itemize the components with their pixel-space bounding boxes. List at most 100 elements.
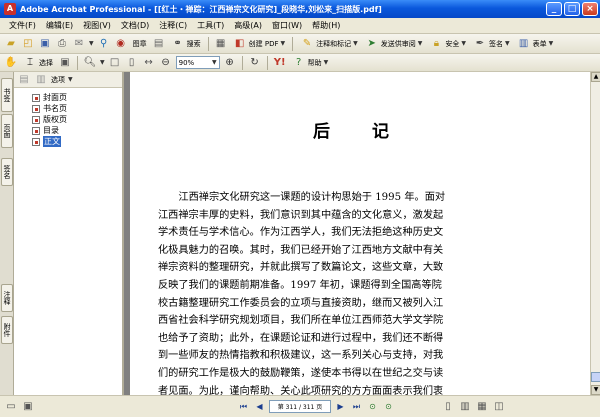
select-tool-button[interactable]: ⌶ 选择 (21, 56, 55, 70)
bookmark-item[interactable]: 版权页 (14, 114, 122, 125)
comment-markup-button[interactable]: ✎ 注释和标记 ▼ (298, 37, 360, 51)
zoom-tool-icon[interactable]: 🔍︎ (83, 56, 97, 70)
print-preview-icon[interactable]: ▦ (214, 37, 228, 51)
open-folder-icon[interactable]: ▰ (4, 37, 18, 51)
document-view[interactable]: 后 记 江西禅宗文化研究这一课题的设计构思始于 1995 年。面对 江西禅宗丰厚… (124, 72, 590, 395)
continuous-icon[interactable]: ▥ (458, 400, 472, 414)
navigation-tab-strip: 书签 页面 签名 注释 附件 (0, 72, 14, 395)
go-forward-icon[interactable]: ⊙ (382, 400, 395, 413)
stamp-tool-icon[interactable]: ◉ (114, 37, 128, 51)
toolbar-separator (292, 36, 294, 51)
yahoo-icon[interactable]: Y! (273, 56, 287, 70)
single-page-icon[interactable]: ▯ (441, 400, 455, 414)
window-title: Adobe Acrobat Professional - [[红土・禅踪：江西禅… (20, 4, 382, 14)
save-icon[interactable]: ▣ (38, 37, 52, 51)
last-page-icon[interactable]: ⏭ (350, 400, 363, 413)
rotate-icon[interactable]: ↻ (248, 56, 262, 70)
menu-tools[interactable]: 工具(T) (192, 20, 229, 31)
sign-button[interactable]: ✒ 签名 ▼ (471, 37, 512, 51)
menu-comments[interactable]: 注释(C) (154, 20, 192, 31)
first-page-icon[interactable]: ⏮ (237, 400, 250, 413)
acrobat-app-icon: A (4, 3, 16, 15)
fit-width-icon[interactable]: ↔ (142, 56, 156, 70)
bookmark-item-selected[interactable]: 正文 (14, 136, 122, 147)
text-line: 者见面。为此，谨向帮助、关心此项研究的方方面面表示我们衷 (158, 385, 444, 395)
page-indicator: 第 311 / 311 页 (277, 404, 323, 411)
text-line: 也给予了资助；此外，在课题论证和进行过程中，我们还不断得 (158, 332, 444, 344)
search-button[interactable]: ⚭ 搜索 (169, 37, 203, 51)
zoom-in-icon[interactable]: ⊕ (223, 56, 237, 70)
text-line: 西省社会科学研究规划项目，我们所在单位江西师范大学文学院 (158, 315, 444, 327)
tab-attachments[interactable]: 附件 (1, 316, 13, 344)
chevron-down-icon[interactable]: ▼ (89, 40, 94, 47)
stamp-button[interactable]: 图章 (131, 39, 149, 49)
scroll-up-icon[interactable]: ▲ (591, 72, 600, 82)
tab-comments[interactable]: 注释 (1, 284, 13, 312)
bookmarks-panel: ▤ ▥ 选项 ▼ 封面页 书名页 版权页 目录 正文 (14, 72, 124, 395)
menu-edit[interactable]: 编辑(E) (41, 20, 78, 31)
continuous-facing-icon[interactable]: ▦ (475, 400, 489, 414)
text-line: 学术责任与学术信心。作为江西学人，我们无法拒绝这种历史文 (158, 227, 444, 239)
status-bar: ▭ ▣ ⏮ ◀ 第 311 / 311 页 ▶ ⏭ ⊙ ⊙ ▯ ▥ ▦ ◫ (0, 395, 600, 417)
minimize-button[interactable]: _ (546, 2, 562, 16)
email-icon[interactable]: ✉ (72, 37, 86, 51)
chevron-down-icon[interactable]: ▼ (68, 76, 73, 83)
bookmark-page-icon (32, 126, 40, 135)
menu-help[interactable]: 帮助(H) (307, 20, 345, 31)
tab-pages[interactable]: 页面 (1, 114, 13, 148)
page-size-icon[interactable]: ▭ (4, 400, 18, 414)
new-bookmark-icon[interactable]: ▥ (34, 73, 48, 87)
send-for-review-button[interactable]: ➤ 发送供审阅 ▼ (363, 37, 425, 51)
next-page-icon[interactable]: ▶ (334, 400, 347, 413)
text-line: 禅宗资料的整理研究，并就此撰写了数篇论文，这些文章，大致 (158, 262, 444, 274)
text-line: 到一些师友的热情指教和积极建议，这一系列关心与支持，对我 (158, 350, 444, 362)
snapshot-icon[interactable]: ▣ (58, 56, 72, 70)
bookmark-item[interactable]: 书名页 (14, 103, 122, 114)
menu-advanced[interactable]: 高级(A) (229, 20, 267, 31)
zoom-level-field[interactable]: 90% ▼ (175, 56, 220, 69)
pen-icon: ✒ (475, 38, 485, 49)
menu-file[interactable]: 文件(F) (4, 20, 41, 31)
bookmark-item[interactable]: 目录 (14, 125, 122, 136)
layout-icon[interactable]: ▣ (21, 400, 35, 414)
title-bar: A Adobe Acrobat Professional - [[红土・禅踪：江… (0, 0, 600, 18)
attach-icon[interactable]: ⚲ (97, 37, 111, 51)
delete-bookmark-icon[interactable]: ▤ (17, 73, 31, 87)
bookmark-options-menu[interactable]: 选项 (51, 75, 65, 85)
text-line: 们的研究工作是极大的鼓励鞭策，遂使本书得以在世纪之交与读 (158, 367, 444, 379)
maximize-button[interactable]: □ (564, 2, 580, 16)
forms-button[interactable]: ▥ 表单 ▼ (515, 37, 556, 51)
previous-page-icon[interactable]: ◀ (253, 400, 266, 413)
vertical-scrollbar[interactable]: ▲ ▼ (590, 72, 600, 395)
comment-icon: ✎ (302, 38, 312, 49)
menu-window[interactable]: 窗口(W) (267, 20, 307, 31)
secure-button[interactable]: 🔒︎ 安全 ▼ (427, 37, 468, 51)
window-controls: _ □ × (546, 2, 598, 16)
facing-icon[interactable]: ◫ (492, 400, 506, 414)
menu-document[interactable]: 文档(D) (116, 20, 154, 31)
tab-signatures[interactable]: 签名 (1, 158, 13, 186)
create-pdf-button[interactable]: ◧ 创建 PDF ▼ (231, 37, 288, 51)
pages-icon[interactable]: ▤ (152, 37, 166, 51)
create-pdf-icon: ◧ (234, 38, 245, 49)
help-button[interactable]: ? 帮助 ▼ (290, 56, 331, 70)
zoom-out-icon[interactable]: ⊖ (159, 56, 173, 70)
fit-page-icon[interactable]: ▯ (125, 56, 139, 70)
close-button[interactable]: × (582, 2, 598, 16)
bookmark-page-icon (32, 104, 40, 113)
toolbar-separator (207, 36, 209, 51)
main-toolbar: ▰ ◰ ▣ ⎙ ✉ ▼ ⚲ ◉ 图章 ▤ ⚭ 搜索 ▦ ◧ 创建 PDF ▼ ✎ 注释和… (0, 34, 600, 54)
go-back-icon[interactable]: ⊙ (366, 400, 379, 413)
chevron-down-icon[interactable]: ▼ (100, 59, 105, 66)
print-icon[interactable]: ⎙ (55, 37, 69, 51)
bookmark-item[interactable]: 封面页 (14, 92, 122, 103)
hand-tool-icon[interactable]: ✋ (4, 56, 18, 70)
scrollbar-thumb[interactable] (591, 372, 600, 382)
pdf-page: 后 记 江西禅宗文化研究这一课题的设计构思始于 1995 年。面对 江西禅宗丰厚… (130, 72, 590, 395)
tab-bookmarks[interactable]: 书签 (1, 78, 13, 112)
open-icon[interactable]: ◰ (21, 37, 35, 51)
actual-size-icon[interactable]: □ (108, 56, 122, 70)
scroll-down-icon[interactable]: ▼ (591, 385, 600, 395)
menu-view[interactable]: 视图(V) (78, 20, 116, 31)
page-number-field[interactable]: 第 311 / 311 页 (269, 400, 331, 413)
